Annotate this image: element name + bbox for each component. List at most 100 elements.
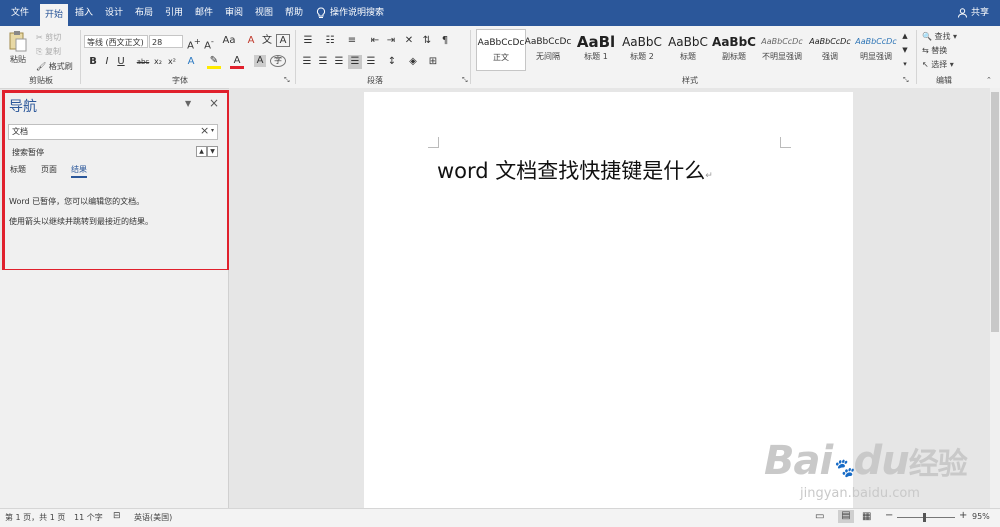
zoom-slider[interactable] xyxy=(897,513,955,522)
scrollbar-thumb[interactable] xyxy=(991,92,999,332)
nav-search-box[interactable]: 文档 × ▾ xyxy=(8,124,218,140)
styles-dialog-launcher-icon[interactable]: ⤡ xyxy=(903,76,909,85)
sort-icon[interactable]: ⇅ xyxy=(420,34,434,48)
char-border-icon[interactable]: A xyxy=(276,34,290,47)
shading-icon[interactable]: ◈ xyxy=(406,55,420,69)
phonetic-icon[interactable]: 文 xyxy=(260,34,274,48)
bold-icon[interactable]: B xyxy=(88,55,98,69)
zoom-level[interactable]: 95% xyxy=(972,512,990,521)
format-painter-button[interactable]: 🖌 格式刷 xyxy=(36,61,73,72)
previous-result-icon[interactable]: ▲ xyxy=(196,146,207,157)
find-button[interactable]: 🔍 查找 ▾ xyxy=(922,31,957,42)
web-layout-icon[interactable]: ▦ xyxy=(862,511,871,522)
paste-button[interactable]: 粘贴 xyxy=(10,54,26,65)
style-heading-1[interactable]: AaBl 标题 1 xyxy=(572,29,620,69)
style-normal[interactable]: AaBbCcDc 正文 xyxy=(476,29,526,71)
align-center-icon[interactable]: ☰ xyxy=(316,55,330,69)
text-effects-icon[interactable]: A xyxy=(184,55,198,69)
change-case-icon[interactable]: Aa xyxy=(219,34,239,48)
tab-headings[interactable]: 标题 xyxy=(10,164,26,175)
tab-help[interactable]: 帮助 xyxy=(280,0,308,26)
copy-button[interactable]: ⎘ 复制 xyxy=(36,46,61,57)
style-sample: AaBbCcDc xyxy=(524,37,572,47)
vertical-scrollbar[interactable] xyxy=(990,88,1000,508)
tab-insert[interactable]: 插入 xyxy=(70,0,98,26)
next-result-icon[interactable]: ▼ xyxy=(207,146,218,157)
font-size-combo[interactable]: 28 xyxy=(149,35,183,48)
borders-icon[interactable]: ⊞ xyxy=(426,55,440,69)
pane-options-icon[interactable]: ▼ xyxy=(185,99,191,108)
zoom-out-icon[interactable]: − xyxy=(885,510,893,521)
paragraph-dialog-launcher-icon[interactable]: ⤡ xyxy=(462,76,468,85)
underline-icon[interactable]: U xyxy=(116,55,126,69)
font-name-combo[interactable]: 等线 (西文正文) xyxy=(84,35,148,48)
collapse-ribbon-icon[interactable]: ⌃ xyxy=(986,76,992,84)
language[interactable]: 英语(美国) xyxy=(134,512,172,523)
tab-file[interactable]: 文件 xyxy=(6,0,34,26)
tab-references[interactable]: 引用 xyxy=(160,0,188,26)
style-intense-emphasis[interactable]: AaBbCcDc 明显强调 xyxy=(852,29,900,69)
line-spacing-icon[interactable]: ↕ xyxy=(384,55,400,69)
show-marks-icon[interactable]: ¶ xyxy=(438,34,452,48)
style-subtle-emphasis[interactable]: AaBbCcDc 不明显强调 xyxy=(758,29,806,69)
grow-font-icon[interactable]: A+ xyxy=(187,34,201,53)
document-text[interactable]: word 文档查找快捷键是什么↵ xyxy=(437,155,713,185)
paste-icon[interactable] xyxy=(8,30,30,54)
zoom-in-icon[interactable]: + xyxy=(959,510,967,521)
clear-format-icon[interactable]: A xyxy=(244,34,258,48)
numbering-icon[interactable]: ☷ xyxy=(322,34,338,48)
italic-icon[interactable]: I xyxy=(102,55,112,69)
subscript-icon[interactable]: x₂ xyxy=(152,55,164,69)
tab-results[interactable]: 结果 xyxy=(71,164,87,178)
superscript-icon[interactable]: x² xyxy=(166,55,178,69)
justify-icon[interactable]: ☰ xyxy=(348,55,362,69)
copy-label: 复制 xyxy=(44,47,61,56)
styles-scroll-down-icon[interactable]: ▼ xyxy=(900,43,910,57)
styles-scroll-up-icon[interactable]: ▲ xyxy=(900,29,910,43)
search-options-icon[interactable]: ▾ xyxy=(211,127,214,134)
page-count[interactable]: 第 1 页，共 1 页 xyxy=(5,512,65,523)
styles-more-icon[interactable]: ▾ xyxy=(900,57,910,71)
chinese-layout-icon[interactable]: ✕ xyxy=(402,34,416,48)
shrink-font-icon[interactable]: A- xyxy=(202,34,216,53)
tell-me-search[interactable]: 操作说明搜索 xyxy=(330,0,390,26)
align-left-icon[interactable]: ☰ xyxy=(300,55,314,69)
person-icon xyxy=(956,0,968,26)
enclose-char-icon[interactable]: 字 xyxy=(270,55,286,67)
distributed-icon[interactable]: ☰ xyxy=(364,55,378,69)
tab-home[interactable]: 开始 xyxy=(40,4,68,26)
cut-button[interactable]: ✂ 剪切 xyxy=(36,32,61,43)
align-right-icon[interactable]: ☰ xyxy=(332,55,346,69)
tab-design[interactable]: 设计 xyxy=(100,0,128,26)
tab-pages[interactable]: 页面 xyxy=(41,164,57,175)
increase-indent-icon[interactable]: ⇥ xyxy=(384,34,398,48)
style-heading-2[interactable]: AaBbC 标题 2 xyxy=(618,29,666,69)
clear-search-icon[interactable]: × xyxy=(200,124,209,137)
bullets-icon[interactable]: ☰ xyxy=(300,34,316,48)
font-color-icon[interactable]: A xyxy=(230,55,244,69)
tab-view[interactable]: 视图 xyxy=(250,0,278,26)
tab-mailings[interactable]: 邮件 xyxy=(190,0,218,26)
replace-button[interactable]: ⇆ 替换 xyxy=(922,45,947,56)
tab-review[interactable]: 审阅 xyxy=(220,0,248,26)
multilevel-list-icon[interactable]: ≡ xyxy=(344,34,360,48)
read-mode-icon[interactable]: ▭ xyxy=(815,511,824,522)
decrease-indent-icon[interactable]: ⇤ xyxy=(368,34,382,48)
highlight-icon[interactable]: ✎ xyxy=(207,55,221,69)
tab-layout[interactable]: 布局 xyxy=(130,0,158,26)
share-button[interactable]: 共享 xyxy=(968,0,992,26)
style-emphasis[interactable]: AaBbCcDc 强调 xyxy=(806,29,854,69)
char-shading-icon[interactable]: A xyxy=(254,55,266,67)
proofing-icon[interactable]: ⊟ xyxy=(113,511,121,521)
style-no-spacing[interactable]: AaBbCcDc 无间隔 xyxy=(524,29,572,69)
word-count[interactable]: 11 个字 xyxy=(74,512,103,523)
font-dialog-launcher-icon[interactable]: ⤡ xyxy=(284,76,290,85)
print-layout-icon[interactable]: ▤ xyxy=(838,510,854,523)
style-subtitle[interactable]: AaBbC 副标题 xyxy=(710,29,758,69)
style-title[interactable]: AaBbC 标题 xyxy=(664,29,712,69)
select-button[interactable]: ↖ 选择 ▾ xyxy=(922,59,954,70)
strikethrough-icon[interactable]: abc xyxy=(136,55,150,69)
close-icon[interactable]: × xyxy=(209,96,219,110)
nav-search-input[interactable]: 文档 xyxy=(12,126,28,137)
zoom-slider-thumb[interactable] xyxy=(923,513,926,522)
